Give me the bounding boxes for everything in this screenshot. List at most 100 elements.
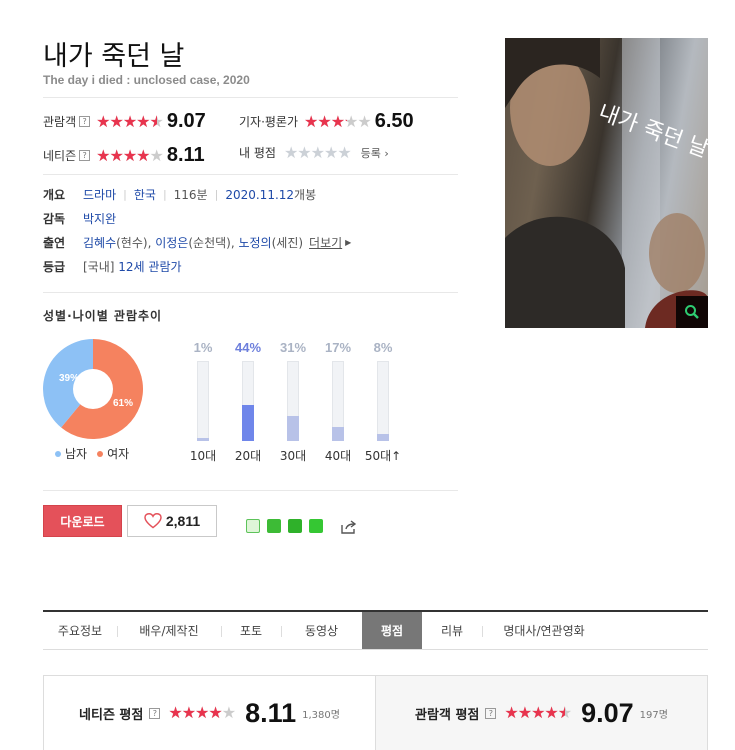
my-rating-stars[interactable]: ★★★★★ — [284, 144, 352, 161]
divider — [43, 174, 458, 175]
tab-bar: 주요정보 배우/제작진 포토 동영상 평점 리뷰 명대사/연관영화 — [43, 610, 708, 650]
cast-link[interactable]: 김혜수 — [83, 234, 116, 251]
netizen-rating-label: 네티즌 평점 — [79, 707, 144, 723]
audience-score-label: 관람객 — [43, 115, 77, 129]
overview-row: 개요 드라마 | 한국 | 116분 | 2020.11.12 개봉 — [43, 186, 316, 203]
movie-title: 내가 죽던 날 — [43, 41, 185, 72]
netizen-rating-score: 8.11 — [245, 697, 297, 728]
bookmark-share-icon[interactable] — [288, 519, 302, 533]
critic-score-value: 6.50 — [374, 110, 414, 132]
netizen-rating-summary: 네티즌 평점 ? ★★★★★★★★★★ 8.11 1,380명 — [44, 676, 375, 750]
help-icon[interactable]: ? — [79, 150, 91, 161]
age-bar-fill — [377, 434, 389, 441]
tab-photo[interactable]: 포토 — [221, 612, 281, 649]
download-button[interactable]: 다운로드 — [43, 505, 122, 537]
age-label: 30대 — [279, 449, 307, 463]
age-bar-3: 17% 40대 — [318, 340, 358, 464]
age-pct-label: 1% — [193, 340, 213, 355]
age-bar-fill — [332, 427, 344, 441]
age-bar-0: 1% 10대 — [183, 340, 223, 464]
netizen-rating-count: 1,380명 — [302, 709, 340, 721]
female-label: 여자 — [107, 447, 130, 461]
heart-icon — [144, 513, 162, 529]
female-dot — [97, 450, 104, 457]
separator: | — [123, 188, 127, 201]
age-bar-track — [287, 361, 299, 441]
rating-label: 등급 — [43, 260, 66, 274]
runtime: 116분 — [173, 188, 208, 202]
my-score-label: 내 평점 — [239, 146, 276, 160]
cafe-share-icon[interactable] — [267, 519, 281, 533]
divider — [43, 490, 458, 491]
separator: | — [214, 188, 219, 201]
netizen-score-label: 네티즌 — [43, 149, 77, 163]
male-dot — [55, 450, 61, 457]
gender-donut-chart: 39% 61% — [43, 339, 143, 439]
register-rating-link[interactable]: 등록 › — [361, 145, 389, 161]
age-label: 40대 — [324, 449, 352, 463]
director-row: 감독 박지완 — [43, 210, 116, 227]
director-link[interactable]: 박지완 — [83, 210, 116, 227]
age-bar-fill — [197, 438, 209, 441]
cast-link[interactable]: 노정의 — [238, 234, 271, 251]
age-label: 10대 — [189, 449, 217, 463]
critic-stars: ★★★★★★★★★★ — [304, 111, 372, 131]
genre-link[interactable]: 드라마 — [83, 186, 116, 203]
country-link[interactable]: 한국 — [134, 186, 156, 203]
tab-rating[interactable]: 평점 — [362, 612, 422, 649]
cast-link[interactable]: 이정은 — [155, 234, 188, 251]
netizen-score-value: 8.11 — [166, 144, 205, 166]
like-count: 2,811 — [165, 513, 201, 529]
movie-subtitle: The day i died : unclosed case, 2020 — [43, 73, 250, 87]
release-date-link[interactable]: 2020.11.12 — [225, 188, 294, 202]
age-pct-label: 8% — [373, 340, 393, 355]
audience-stars: ★★★★★ ★★★★★ — [96, 111, 164, 131]
audience-rating-summary: 관람객 평점 ? ★★★★★ ★★★★★ 9.07 197명 — [375, 676, 707, 750]
poster-artwork: 내가 죽던 날 — [505, 38, 708, 328]
tab-review[interactable]: 리뷰 — [422, 612, 482, 649]
rating-link[interactable]: 12세 관람가 — [118, 258, 181, 275]
help-icon[interactable]: ? — [149, 707, 161, 719]
cast-role: (세진) — [271, 236, 304, 250]
tab-cast-crew[interactable]: 배우/제작진 — [117, 612, 221, 649]
cast-label: 출연 — [43, 236, 66, 250]
director-label: 감독 — [43, 212, 66, 226]
divider — [43, 97, 458, 98]
age-bar-track — [332, 361, 344, 441]
caret-right-icon: ▶ — [345, 238, 352, 247]
audience-rating-label: 관람객 평점 — [415, 707, 480, 723]
critic-score: 기자·평론가 ★★★★★★★★★★ 6.50 — [239, 110, 414, 133]
my-score: 내 평점 ★★★★★ 등록 › — [239, 144, 389, 161]
blog-share-icon[interactable] — [246, 519, 260, 533]
male-pct-label: 39% — [59, 373, 79, 384]
like-button[interactable]: 2,811 — [127, 505, 217, 537]
help-icon[interactable]: ? — [79, 116, 91, 127]
audience-summary-stars: ★★★★★ ★★★★★ — [504, 703, 572, 722]
cast-more-link[interactable]: 더보기 — [309, 234, 342, 251]
netizen-stars: ★★★★★★★★★★ — [96, 145, 164, 165]
magnifier-icon — [685, 305, 699, 319]
age-label: 20대 — [234, 449, 262, 463]
trend-title: 성별·나이별 관람추이 — [43, 309, 163, 323]
netizen-score: 네티즌 ? ★★★★★★★★★★ 8.11 — [43, 144, 205, 167]
keep-share-icon[interactable] — [309, 519, 323, 533]
age-pct-label: 31% — [279, 340, 307, 355]
audience-score-value: 9.07 — [166, 110, 206, 132]
rating-summary: 네티즌 평점 ? ★★★★★★★★★★ 8.11 1,380명 관람객 평점 ?… — [43, 675, 708, 750]
tab-video[interactable]: 동영상 — [281, 612, 362, 649]
tab-main-info[interactable]: 주요정보 — [43, 612, 117, 649]
netizen-summary-stars: ★★★★★★★★★★ — [168, 703, 236, 722]
age-pct-label: 17% — [324, 340, 352, 355]
audience-score: 관람객 ? ★★★★★ ★★★★★ 9.07 — [43, 110, 206, 133]
zoom-button[interactable] — [676, 296, 708, 328]
movie-poster[interactable]: 내가 죽던 날 — [505, 38, 708, 328]
tab-quotes-related[interactable]: 명대사/연관영화 — [482, 612, 606, 649]
cast-role: (순천댁) — [188, 236, 231, 250]
age-bar-track — [242, 361, 254, 441]
age-bar-4: 8% 50대↑ — [363, 340, 403, 464]
help-icon[interactable]: ? — [485, 707, 497, 719]
age-bar-track — [197, 361, 209, 441]
female-pct-label: 61% — [113, 398, 133, 409]
share-icon[interactable] — [341, 520, 357, 534]
age-bar-track — [377, 361, 389, 441]
